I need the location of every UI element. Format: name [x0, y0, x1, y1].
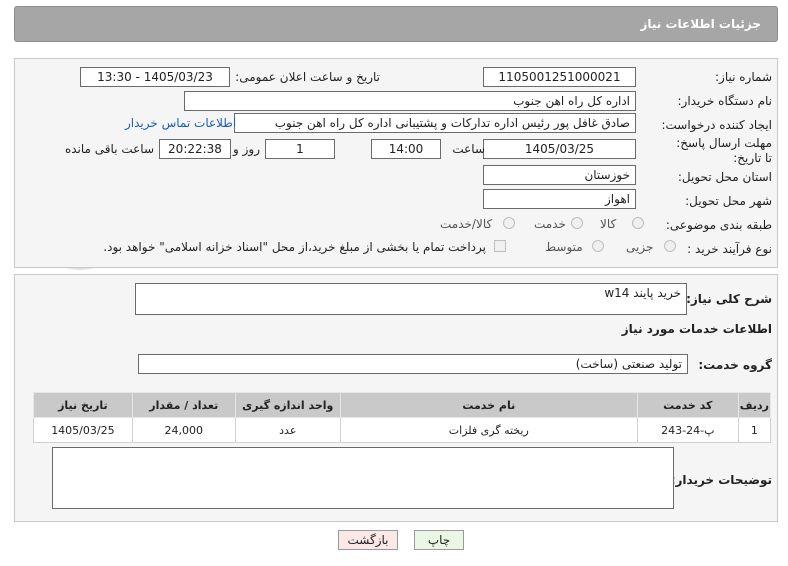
buyer-contact-link[interactable]: اطلاعات تماس خریدار [125, 116, 236, 130]
announce-field[interactable]: 1405/03/23 - 13:30 [80, 67, 230, 87]
treasury-payment-note: پرداخت تمام یا بخشی از مبلغ خرید،از محل … [103, 240, 486, 254]
col-need-date: تاریخ نیاز [33, 392, 133, 418]
city-label: شهر محل تحویل: [685, 194, 772, 208]
service-group-field[interactable]: تولید صنعتی (ساخت) [138, 354, 688, 374]
page-title: جزئیات اطلاعات نیاز [640, 17, 761, 31]
col-row-number: ردیف [737, 392, 772, 418]
col-service-code: کد خدمت [636, 392, 739, 418]
buyer-notes-label: توضیحات خریدار: [670, 473, 772, 487]
back-button[interactable]: بازگشت [338, 530, 398, 550]
days-label: روز و [233, 142, 260, 156]
need-number-label: شماره نیاز: [715, 70, 772, 84]
cell-need-date: 1405/03/25 [33, 417, 133, 443]
days-field[interactable]: 1 [265, 139, 335, 159]
service-group-label: گروه خدمت: [698, 358, 772, 372]
city-field[interactable]: اهواز [483, 189, 636, 209]
deadline-label: مهلت ارسال پاسخ: تا تاریخ: [676, 136, 772, 165]
cell-unit: عدد [234, 417, 341, 443]
col-unit: واحد اندازه گیری [234, 392, 341, 418]
table-header-row: ردیف کد خدمت نام خدمت واحد اندازه گیری ت… [33, 392, 772, 418]
cell-service-name: ریخته گری فلزات [339, 417, 638, 443]
need-number-field[interactable]: 1105001251000021 [483, 67, 636, 87]
province-field[interactable]: خوزستان [483, 165, 636, 185]
cell-row-number: 1 [737, 417, 772, 443]
category-radio-service[interactable] [571, 217, 583, 229]
deadline-time-label: ساعت [452, 142, 485, 156]
announce-label: تاریخ و ساعت اعلان عمومی: [235, 70, 380, 84]
buyer-org-field[interactable]: اداره کل راه اهن جنوب [184, 91, 636, 111]
services-heading: اطلاعات خدمات مورد نیاز [621, 322, 772, 336]
print-button[interactable]: چاپ [414, 530, 464, 550]
table-row[interactable]: 1 پ-24-243 ریخته گری فلزات عدد 24,000 14… [33, 417, 772, 443]
category-option-both: کالا/خدمت [440, 217, 493, 231]
buyer-org-label: نام دستگاه خریدار: [677, 94, 773, 108]
category-option-goods: کالا [600, 217, 617, 231]
cell-service-code: پ-24-243 [636, 417, 739, 443]
province-label: استان محل تحویل: [677, 170, 772, 184]
category-option-service: خدمت [534, 217, 566, 231]
summary-label: شرح کلی نیاز: [686, 292, 772, 306]
services-table: ردیف کد خدمت نام خدمت واحد اندازه گیری ت… [33, 392, 772, 443]
category-radio-both[interactable] [503, 217, 515, 229]
purchase-radio-medium[interactable] [592, 240, 604, 252]
cell-quantity: 24,000 [131, 417, 236, 443]
deadline-time-field[interactable]: 14:00 [371, 139, 441, 159]
deadline-date-field[interactable]: 1405/03/25 [483, 139, 636, 159]
purchase-type-label: نوع فرآیند خرید : [687, 242, 772, 256]
summary-textarea[interactable]: خرید پایند w14 [135, 283, 687, 315]
treasury-payment-checkbox[interactable] [494, 240, 506, 252]
purchase-radio-minor[interactable] [664, 240, 676, 252]
category-label: طبقه بندی موضوعی: [665, 218, 772, 232]
remaining-time-field[interactable]: 20:22:38 [159, 139, 231, 159]
buyer-notes-textarea[interactable] [52, 447, 674, 509]
category-radio-goods[interactable] [632, 217, 644, 229]
col-service-name: نام خدمت [339, 392, 638, 418]
col-quantity: تعداد / مقدار [131, 392, 236, 418]
page-header: جزئیات اطلاعات نیاز [14, 6, 778, 42]
purchase-option-minor: جزیی [626, 240, 654, 254]
creator-label: ایجاد کننده درخواست: [661, 118, 772, 132]
need-info-panel [14, 58, 778, 268]
remaining-label: ساعت باقی مانده [64, 142, 154, 156]
creator-field[interactable]: صادق غافل پور رئیس اداره تدارکات و پشتیب… [234, 113, 636, 133]
purchase-option-medium: متوسط [545, 240, 583, 254]
